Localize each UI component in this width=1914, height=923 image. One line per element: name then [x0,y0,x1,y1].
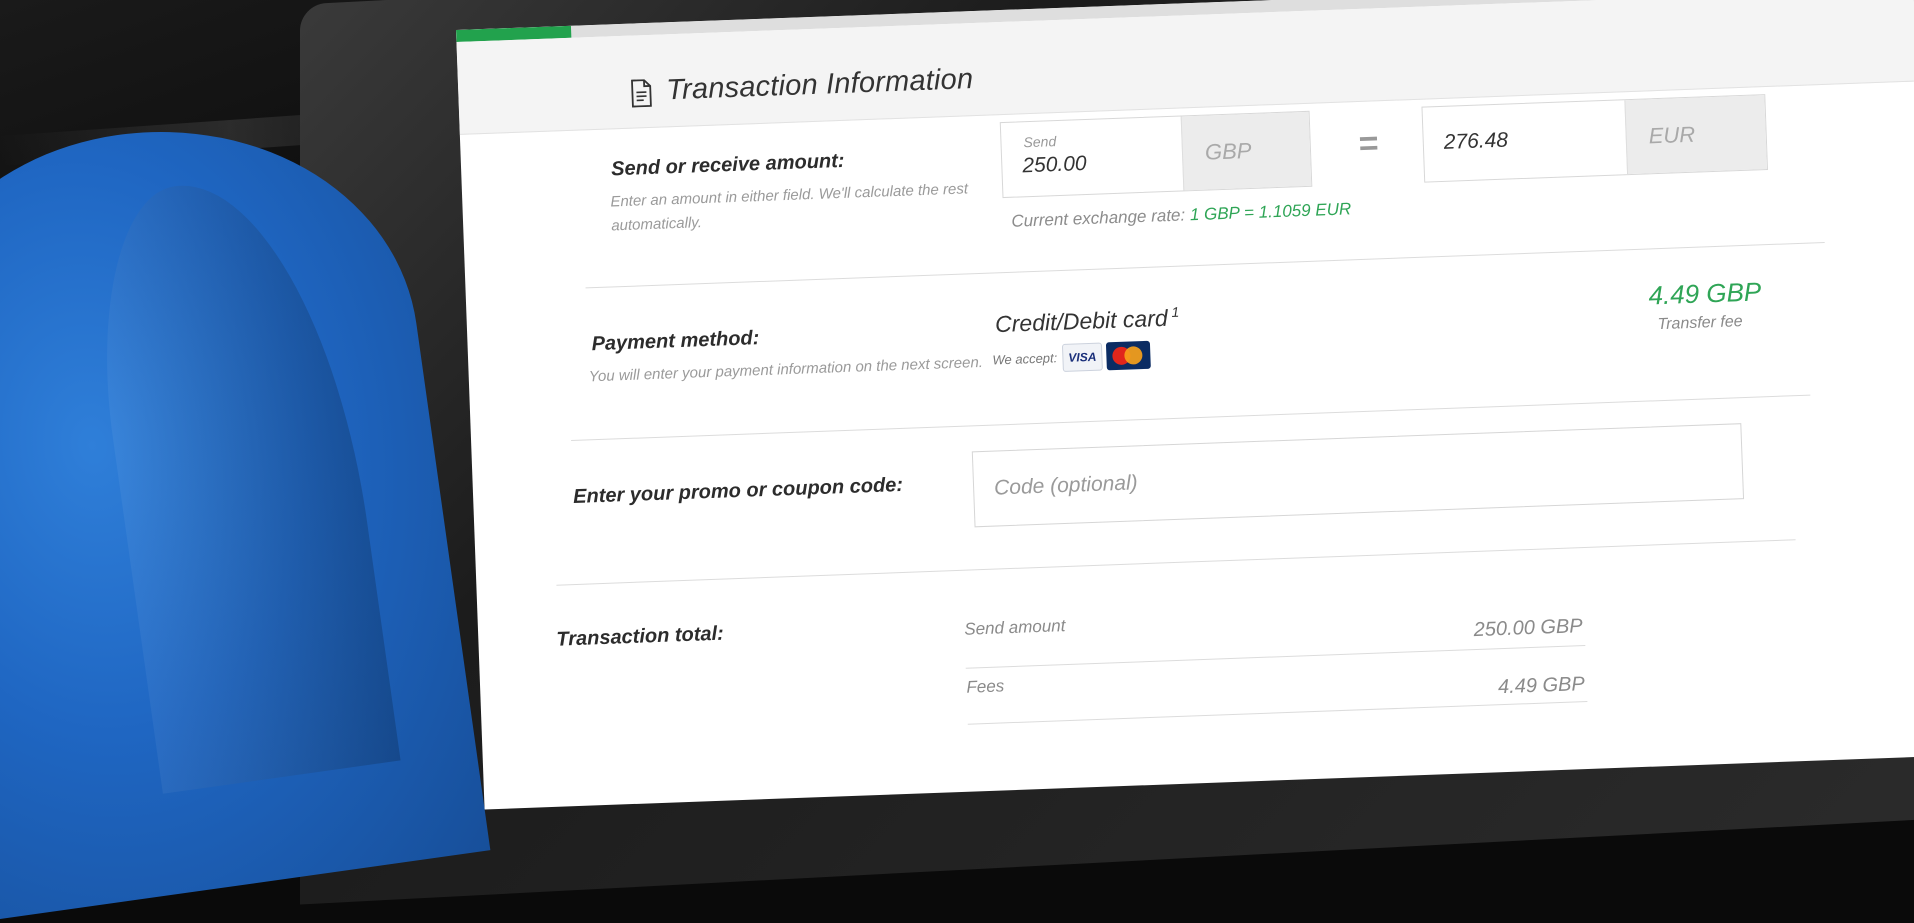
section-divider [586,242,1825,288]
total-row-label: Send amount [964,616,1066,640]
payment-section-label: Payment method: [591,327,760,356]
amount-section-label: Send or receive amount: [611,150,845,182]
send-currency-tag: GBP [1181,112,1312,191]
total-section-label: Transaction total: [556,623,724,652]
receive-amount-field[interactable]: EUR [1421,94,1768,183]
we-accept-label: We accept: [992,350,1057,367]
visa-logo: VISA [1062,343,1103,372]
document-icon [630,79,653,108]
mastercard-logo [1106,341,1151,371]
transfer-fee-amount: 4.49 GBP [1648,276,1762,311]
total-row-divider [966,645,1586,669]
payment-method-label: Credit/Debit card [995,305,1168,337]
laptop-screen: Transaction Information Send or receive … [456,0,1914,809]
receive-currency-tag: EUR [1624,95,1767,174]
transfer-fee-label: Transfer fee [1657,313,1743,334]
receive-amount-input[interactable] [1443,126,1584,155]
send-amount-input[interactable] [1022,149,1163,178]
mastercard-yellow-circle [1124,346,1143,365]
amount-hint-line1: Enter an amount in either field. We'll c… [610,177,968,214]
section-divider [556,539,1795,585]
page-title: Transaction Information [666,63,974,107]
total-row-value: 4.49 GBP [1384,673,1585,703]
exchange-rate-text: Current exchange rate: 1 GBP = 1.1059 EU… [1011,199,1352,231]
payment-hint: You will enter your payment information … [588,351,983,389]
promo-section-label: Enter your promo or coupon code: [573,474,904,509]
exchange-rate-value: 1 GBP = 1.1059 EUR [1190,199,1352,224]
send-field-label: Send [1023,133,1056,150]
equals-sign: = [1358,124,1379,164]
total-row-value: 250.00 GBP [1382,615,1583,645]
promo-code-input[interactable] [972,423,1744,527]
exchange-rate-prefix: Current exchange rate: [1011,205,1185,230]
send-amount-field[interactable]: Send GBP [1000,111,1313,198]
total-row-divider [968,701,1588,725]
total-row-label: Fees [966,676,1005,697]
amount-hint-line2: automatically. [611,211,702,238]
payment-footnote-marker: 1 [1171,304,1179,320]
payment-method-name: Credit/Debit card1 [995,304,1180,338]
